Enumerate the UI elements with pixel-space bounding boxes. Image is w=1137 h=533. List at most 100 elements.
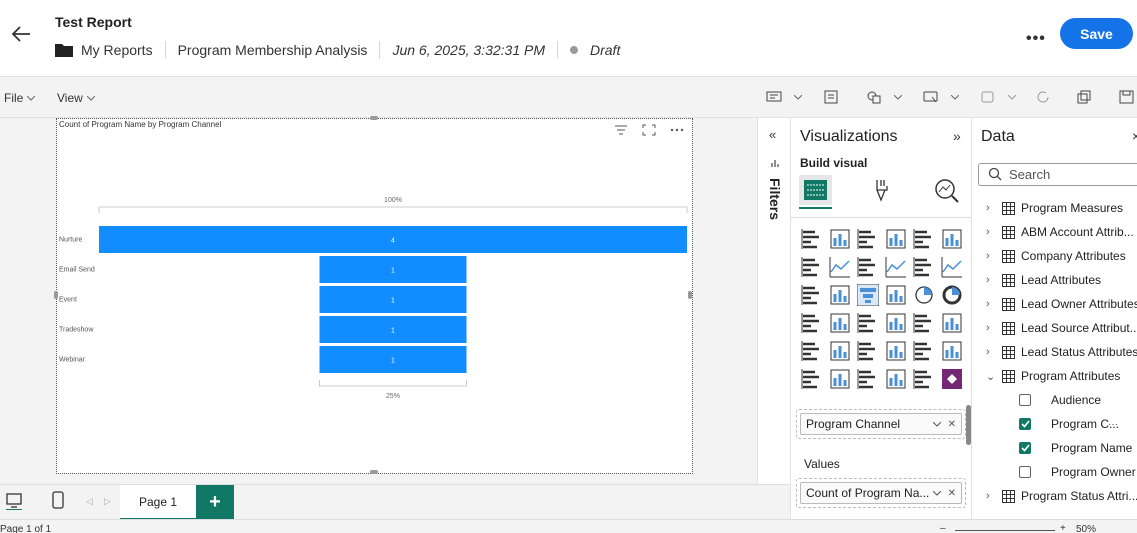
azure-map-visual-button[interactable] [885, 312, 913, 340]
values-field-pill[interactable]: Count of Program Na... ✕ [800, 482, 962, 504]
field-checkbox[interactable] [1019, 466, 1031, 478]
tree-table-item[interactable]: › Lead Status Attributes [986, 340, 1137, 364]
add-page-button[interactable]: + [196, 485, 234, 520]
filter-icon[interactable] [614, 124, 628, 136]
remove-field-icon[interactable]: ✕ [948, 419, 956, 430]
collapse-right-icon[interactable]: » [953, 128, 961, 144]
prev-page-icon[interactable]: ◁ [86, 496, 93, 507]
power-apps-visual-button[interactable] [941, 368, 969, 396]
tree-field-item[interactable]: Program Owner [986, 460, 1137, 484]
refresh-icon[interactable] [1036, 90, 1052, 104]
chevron-right-icon[interactable]: › [986, 298, 996, 310]
qa-visual-button[interactable] [829, 368, 857, 396]
chevron-down-icon[interactable] [933, 422, 941, 427]
text-box-icon[interactable] [766, 90, 782, 104]
button-icon[interactable] [923, 90, 939, 104]
back-arrow-icon[interactable] [10, 24, 32, 44]
card-visual-button[interactable] [941, 312, 969, 340]
100-bar-visual-button[interactable] [913, 228, 941, 256]
field-checkbox[interactable] [1019, 394, 1031, 406]
focus-mode-icon[interactable] [642, 124, 656, 136]
breadcrumb-folder[interactable]: My Reports [81, 42, 153, 58]
next-page-icon[interactable]: ▷ [104, 496, 111, 507]
matrix-visual-button[interactable] [913, 340, 941, 368]
tree-table-item[interactable]: › Program Status Attri... [986, 484, 1137, 508]
more-options-button[interactable]: ••• [1026, 30, 1046, 48]
shapes-icon[interactable] [866, 90, 882, 104]
scatter-visual-button[interactable] [885, 284, 913, 312]
tree-table-item[interactable]: › Lead Attributes [986, 268, 1137, 292]
tree-field-item[interactable]: Audience [986, 388, 1137, 412]
funnel-visual[interactable]: Count of Program Name by Program Channel… [54, 116, 693, 474]
analytics-icon[interactable] [934, 178, 960, 204]
tab-page-1[interactable]: Page 1 [120, 485, 196, 520]
chevron-right-icon[interactable]: › [986, 322, 996, 334]
funnel-visual-button[interactable] [857, 284, 885, 312]
chevron-down-icon[interactable] [933, 491, 941, 496]
tree-table-item[interactable]: › Lead Source Attribut... [986, 316, 1137, 340]
desktop-view-icon[interactable] [5, 492, 23, 510]
chevron-down-icon[interactable] [951, 95, 959, 100]
resize-handle[interactable] [54, 291, 58, 299]
chevron-right-icon[interactable]: › [986, 346, 996, 358]
waterfall-visual-button[interactable] [801, 284, 829, 312]
chevron-right-icon[interactable]: › [986, 250, 996, 262]
field-checkbox[interactable] [1019, 418, 1031, 430]
axis-well[interactable]: Program Channel ✕ [796, 409, 966, 439]
smart-narrative-visual-button[interactable] [941, 340, 969, 368]
map-visual-button[interactable] [829, 312, 857, 340]
resize-handle[interactable] [370, 116, 378, 120]
notes-icon[interactable] [823, 90, 839, 104]
report-visual-button[interactable] [913, 368, 941, 396]
collapse-left-icon[interactable]: « [769, 127, 776, 142]
file-menu[interactable]: File [4, 91, 36, 105]
tree-table-item[interactable]: › Company Attributes [986, 244, 1137, 268]
resize-handle[interactable] [688, 291, 692, 299]
tree-field-item[interactable]: Program C... ··· [986, 412, 1137, 436]
format-brush-icon[interactable] [871, 178, 893, 202]
treemap-visual-button[interactable] [801, 312, 829, 340]
column-alt-visual-button[interactable] [829, 284, 857, 312]
donut-visual-button[interactable] [941, 284, 969, 312]
clustered-bar-visual-button[interactable] [857, 228, 885, 256]
chevron-down-icon[interactable]: ⌄ [986, 370, 996, 383]
100-column-visual-button[interactable] [941, 228, 969, 256]
kpi-visual-button[interactable] [829, 340, 857, 368]
paginated-visual-button[interactable] [857, 368, 885, 396]
save-icon[interactable] [1119, 90, 1135, 104]
chevron-right-icon[interactable]: › [986, 202, 996, 214]
field-checkbox[interactable] [1019, 442, 1031, 454]
stacked-bar-visual-button[interactable] [801, 228, 829, 256]
tree-field-item[interactable]: Program Name [986, 436, 1137, 460]
tree-table-item[interactable]: › ABM Account Attrib... [986, 220, 1137, 244]
chevron-right-icon[interactable]: › [986, 226, 996, 238]
chevron-right-icon[interactable]: › [986, 490, 996, 502]
save-button[interactable]: Save [1060, 18, 1133, 49]
line-column-visual-button[interactable] [913, 256, 941, 284]
chevron-down-icon[interactable] [1008, 95, 1016, 100]
line-stacked-visual-button[interactable] [941, 256, 969, 284]
tree-table-item[interactable]: › Program Measures [986, 196, 1137, 220]
table-visual-button[interactable] [885, 340, 913, 368]
slicer-visual-button[interactable] [857, 340, 885, 368]
duplicate-icon[interactable] [1076, 90, 1092, 104]
area-chart-visual-button[interactable] [829, 256, 857, 284]
chevron-right-icon[interactable]: › [986, 274, 996, 286]
visual-icon[interactable] [980, 90, 996, 104]
decomposition-tree-visual-button[interactable] [801, 368, 829, 396]
zoom-in-icon[interactable]: + [1060, 523, 1066, 533]
filters-pane-collapsed[interactable]: « Filters [757, 118, 790, 484]
tree-table-item[interactable]: ⌄ Program Attributes [986, 364, 1137, 388]
zoom-out-icon[interactable]: – [940, 523, 946, 533]
ribbon-visual-button[interactable] [885, 256, 913, 284]
chevron-down-icon[interactable] [794, 95, 802, 100]
gauge-visual-button[interactable] [913, 312, 941, 340]
chevron-down-icon[interactable] [894, 95, 902, 100]
pie-visual-button[interactable] [913, 284, 941, 312]
breadcrumb-report[interactable]: Program Membership Analysis [178, 42, 368, 58]
resize-handle[interactable] [370, 470, 378, 474]
stacked-column-visual-button[interactable] [829, 228, 857, 256]
view-menu[interactable]: View [57, 91, 95, 105]
stacked-area-visual-button[interactable] [857, 256, 885, 284]
build-visual-tab[interactable] [799, 175, 832, 205]
